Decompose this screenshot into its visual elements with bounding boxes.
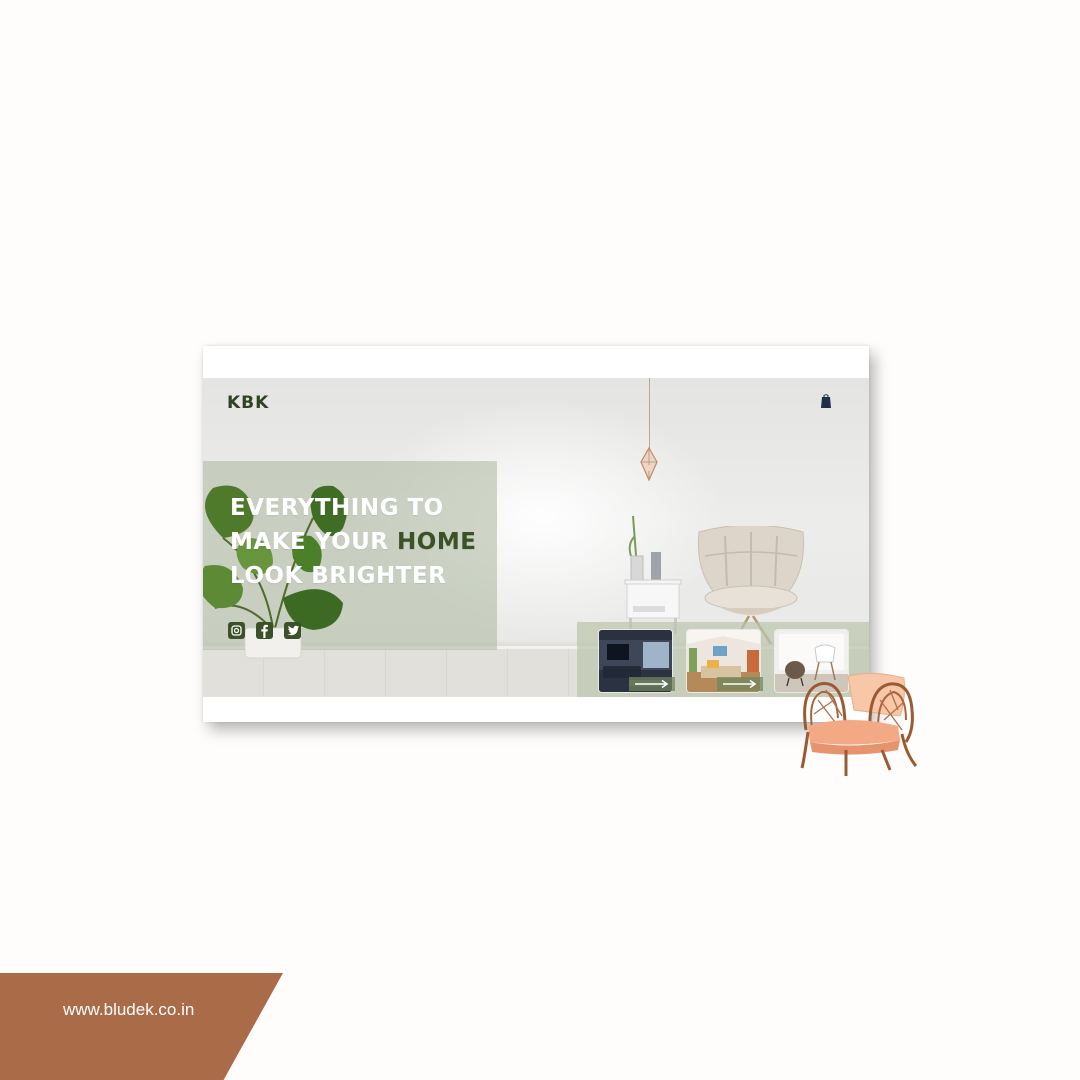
pendant-lamp-icon bbox=[640, 446, 658, 482]
instagram-icon[interactable] bbox=[228, 622, 245, 639]
right-arrow-icon bbox=[635, 679, 669, 689]
social-links bbox=[228, 622, 301, 639]
website-url[interactable]: www.bludek.co.in bbox=[63, 1000, 194, 1020]
hero-section: KBK EVERYTHING TO MAKE YOUR HOME LOOK BR… bbox=[203, 378, 869, 697]
facebook-icon[interactable] bbox=[256, 622, 273, 639]
headline-accent-word: HOME bbox=[397, 529, 477, 555]
twitter-icon[interactable] bbox=[284, 622, 301, 639]
headline-line-2-prefix: MAKE YOUR bbox=[230, 529, 398, 555]
next-arrow-button[interactable] bbox=[629, 677, 675, 691]
brand-logo[interactable]: KBK bbox=[227, 393, 269, 413]
footer-banner bbox=[0, 973, 283, 1080]
headline-line-1: EVERYTHING TO bbox=[230, 495, 444, 521]
lamp-cord bbox=[649, 378, 650, 450]
right-arrow-icon bbox=[723, 679, 757, 689]
next-arrow-button-2[interactable] bbox=[717, 677, 763, 691]
headline-line-3: LOOK BRIGHTER bbox=[230, 563, 447, 589]
shopping-bag-icon[interactable] bbox=[818, 394, 834, 410]
side-table-icon bbox=[624, 516, 682, 634]
rattan-armchair-illustration bbox=[800, 672, 918, 776]
website-mockup: KBK EVERYTHING TO MAKE YOUR HOME LOOK BR… bbox=[203, 346, 869, 722]
hero-headline: EVERYTHING TO MAKE YOUR HOME LOOK BRIGHT… bbox=[230, 491, 476, 593]
